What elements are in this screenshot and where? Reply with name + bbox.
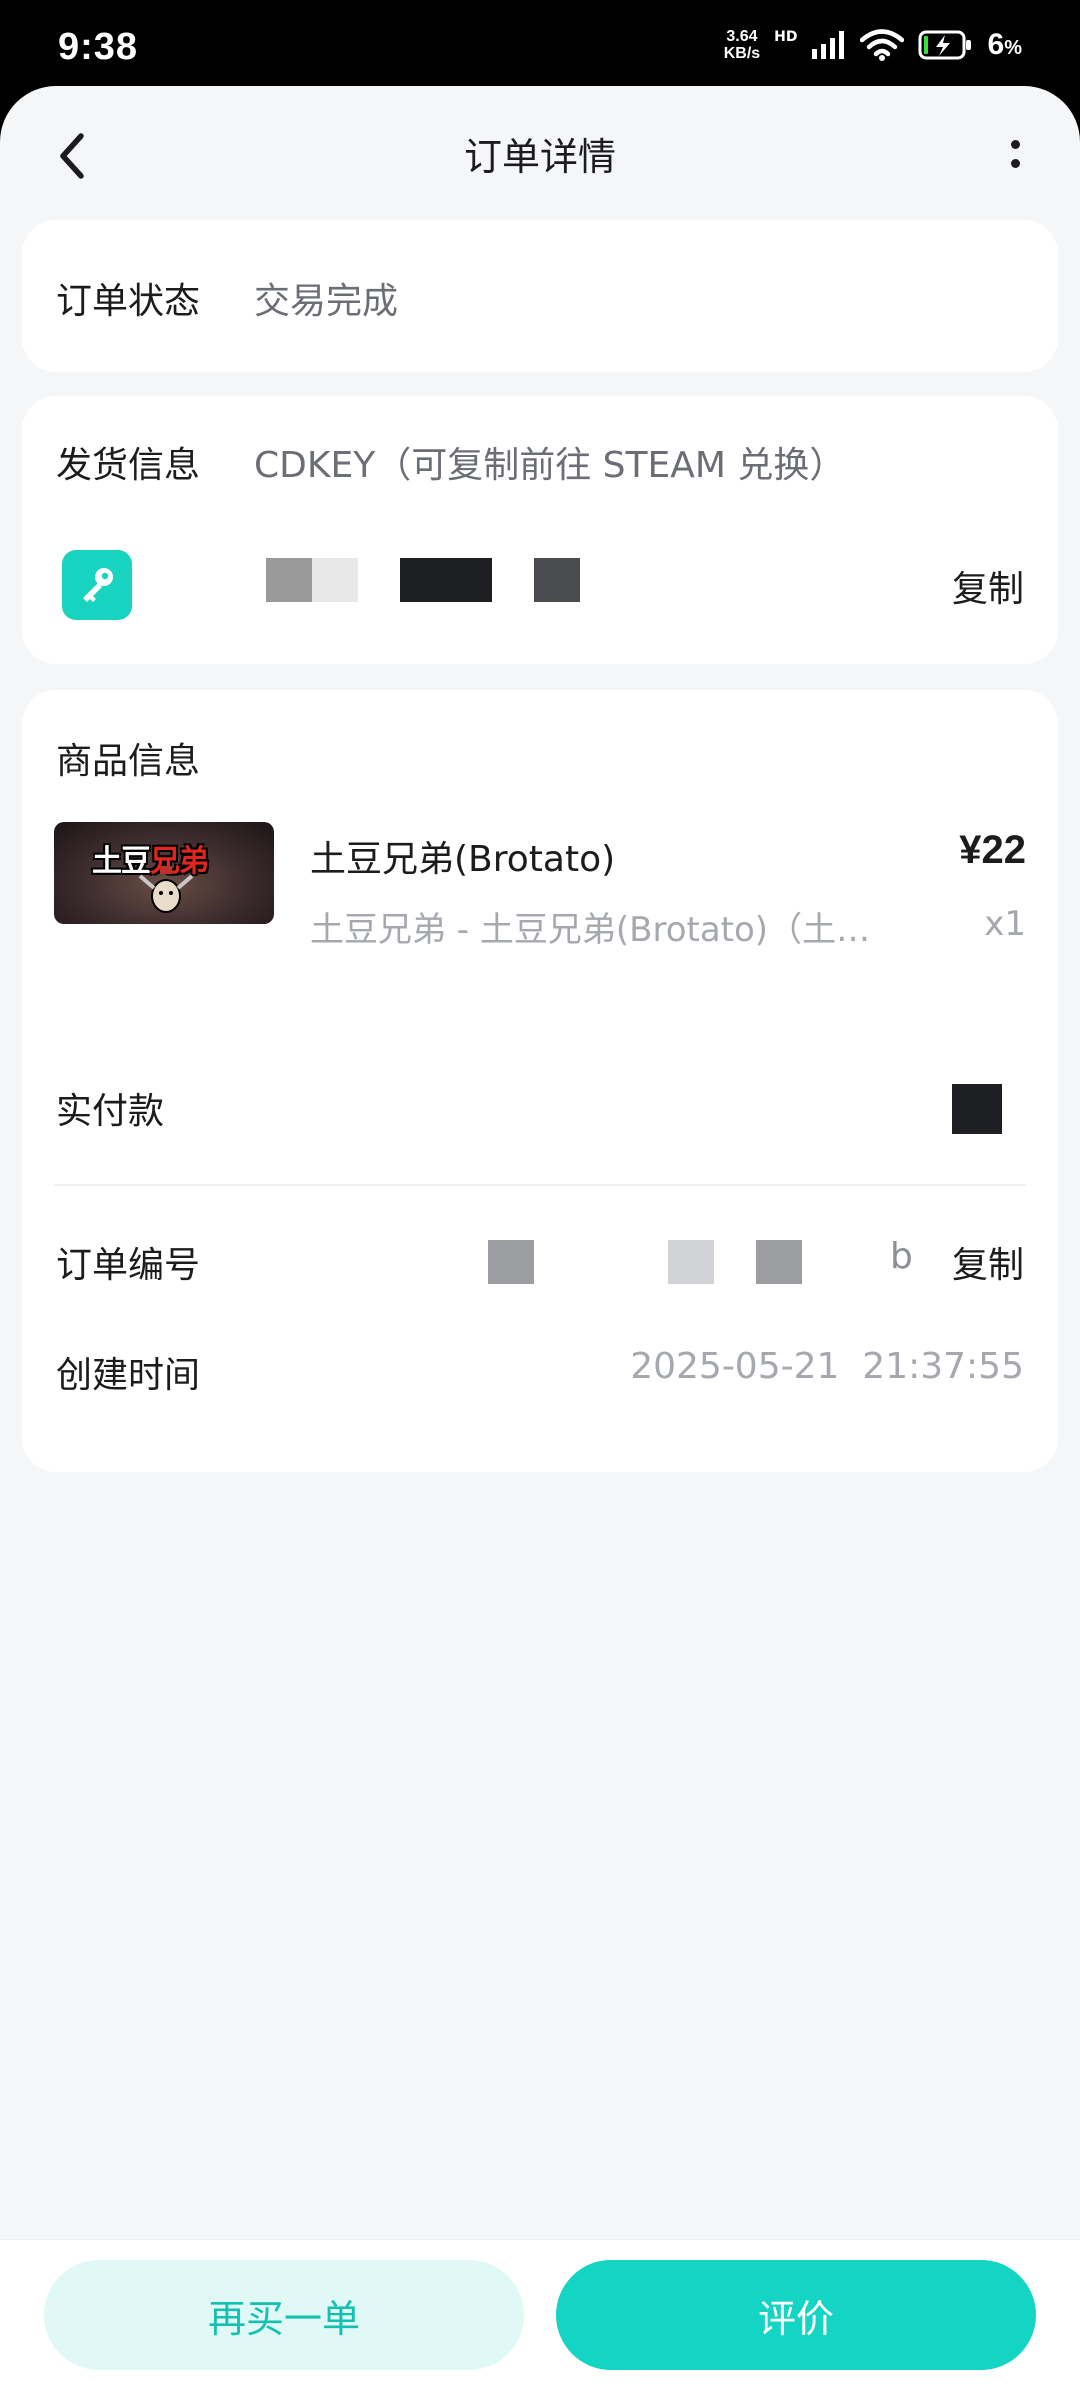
- product-thumbnail[interactable]: 土豆兄弟: [54, 822, 274, 924]
- cdkey-redacted: [400, 558, 492, 602]
- copy-order-number-button[interactable]: 复制: [952, 1236, 1024, 1288]
- page-title: 订单详情: [463, 135, 616, 179]
- created-time-label: 创建时间: [56, 1355, 201, 1396]
- wifi-icon: [859, 29, 904, 61]
- order-status-card: 订单状态 交易完成: [22, 220, 1058, 372]
- potato-character-icon: [138, 866, 194, 913]
- order-number-tail: b: [890, 1236, 913, 1277]
- review-button[interactable]: 评价: [556, 2260, 1036, 2370]
- divider: [54, 1184, 1026, 1186]
- bottom-action-bar: 再买一单 评价: [0, 2239, 1080, 2400]
- shipping-label: 发货信息: [56, 445, 201, 486]
- battery-percent-sign: %: [1004, 37, 1022, 59]
- app-surface: 订单详情 订单状态 交易完成 发货信息 CDKEY（可复制前往 STEAM 兑换…: [0, 86, 1080, 2400]
- product-name[interactable]: 土豆兄弟(Brotato): [310, 830, 615, 882]
- product-price: ¥22: [959, 828, 1026, 872]
- order-number-redacted: [488, 1240, 534, 1284]
- more-dot-icon: [1010, 159, 1020, 168]
- product-subtitle: 土豆兄弟 - 土豆兄弟(Brotato)（土…: [310, 910, 871, 950]
- network-speed: 3.64 KB/s: [724, 28, 760, 62]
- order-status-value: 交易完成: [254, 281, 399, 322]
- rebuy-button[interactable]: 再买一单: [44, 2260, 524, 2370]
- signal-icon: [811, 31, 844, 59]
- network-speed-value: 3.64: [726, 28, 758, 45]
- status-time: 9:38: [58, 26, 139, 68]
- paid-amount-label: 实付款: [56, 1091, 165, 1132]
- key-glyph-icon: [83, 568, 113, 602]
- cdkey-redacted: [266, 558, 358, 602]
- paid-amount-redacted: [952, 1084, 1002, 1134]
- order-number-redacted: [668, 1240, 714, 1284]
- status-bar: 9:38 3.64 KB/s HD 6%: [0, 0, 1080, 92]
- hd-indicator: HD: [774, 29, 798, 45]
- network-speed-unit: KB/s: [723, 45, 761, 62]
- battery-percent-value: 6: [987, 28, 1005, 61]
- status-icons: 3.64 KB/s HD 6%: [724, 28, 1022, 62]
- product-quantity: x1: [984, 904, 1026, 944]
- goods-section-title: 商品信息: [56, 741, 201, 782]
- created-time-value: 2025-05-21 21:37:55: [630, 1346, 1024, 1387]
- goods-card: 商品信息 土豆兄弟 土豆兄弟(Brotato) ¥22 土豆兄弟 - 土豆兄弟(…: [22, 690, 1058, 1472]
- shipping-card: 发货信息 CDKEY（可复制前往 STEAM 兑换） 复制: [22, 396, 1058, 664]
- cdkey-redacted: [534, 558, 580, 602]
- shipping-value: CDKEY（可复制前往 STEAM 兑换）: [254, 445, 846, 486]
- more-button[interactable]: [1000, 132, 1030, 176]
- battery-percent: 6%: [988, 28, 1022, 62]
- order-number-redacted: [756, 1240, 802, 1284]
- order-status-label: 订单状态: [56, 281, 201, 322]
- copy-cdkey-button[interactable]: 复制: [952, 560, 1024, 612]
- order-number-label: 订单编号: [56, 1245, 201, 1286]
- navbar: 订单详情: [0, 86, 1080, 216]
- more-dot-icon: [1010, 140, 1020, 149]
- battery-icon: [918, 30, 971, 60]
- key-icon: [62, 550, 132, 620]
